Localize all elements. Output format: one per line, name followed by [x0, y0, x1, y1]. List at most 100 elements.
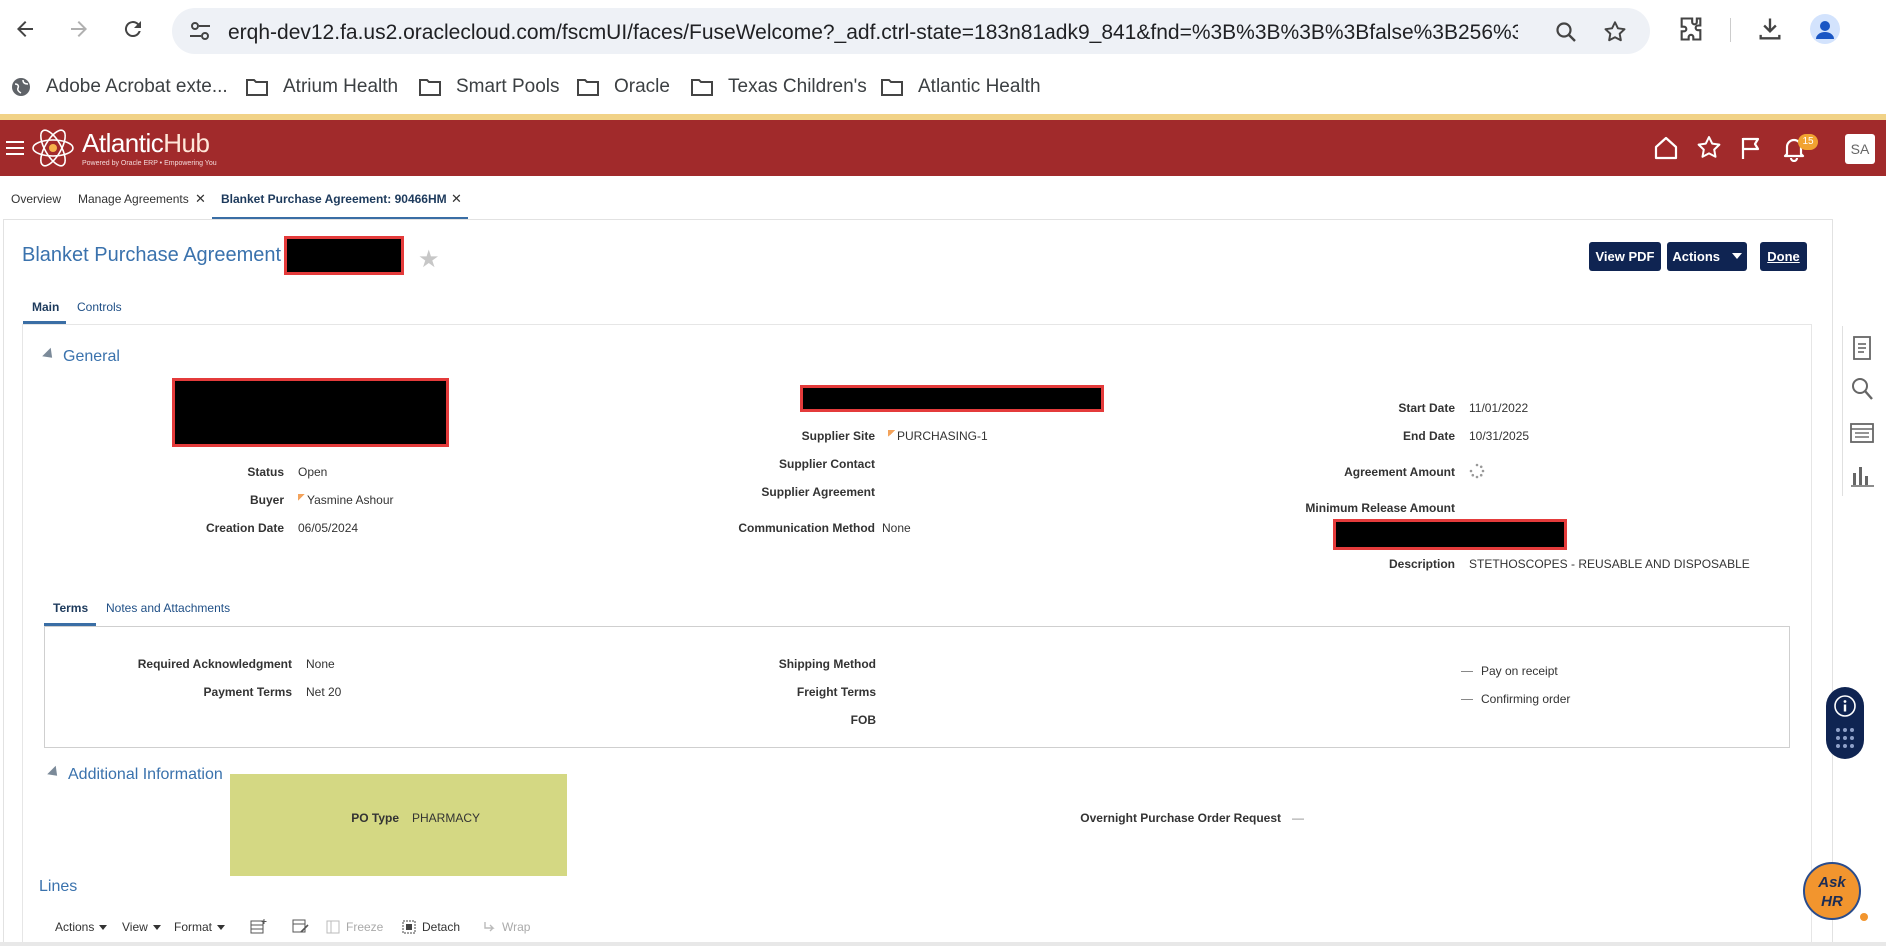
po-type-value: PHARMACY — [412, 811, 481, 825]
supplier-contact-label: Supplier Contact — [778, 457, 875, 471]
start-date-label: Start Date — [1398, 401, 1455, 415]
flag-icon[interactable] — [1737, 134, 1765, 162]
bookmark-adobe[interactable]: Adobe Acrobat exte... — [10, 74, 228, 100]
bookmark-label: Texas Children's — [728, 76, 867, 97]
payment-terms-value: Net 20 — [306, 685, 342, 699]
subtab-notes-attachments[interactable]: Notes and Attachments — [106, 601, 230, 615]
user-avatar[interactable]: SA — [1845, 134, 1875, 164]
atlantic-logo-icon — [32, 129, 74, 167]
subtab-controls[interactable]: Controls — [77, 300, 122, 314]
close-tab-manage-agreements-icon[interactable]: ✕ — [195, 191, 206, 207]
subtab-main[interactable]: Main — [32, 300, 59, 314]
collapse-triangle-icon — [47, 765, 62, 780]
folder-icon — [577, 79, 599, 96]
bookmark-oracle[interactable]: Oracle — [576, 74, 670, 100]
hamburger-menu-icon[interactable] — [6, 140, 26, 158]
forward-button[interactable] — [64, 14, 94, 44]
tab-blanket-purchase-agreement[interactable]: Blanket Purchase Agreement: 90466HM — [221, 192, 447, 206]
person-icon — [1816, 21, 1834, 39]
globe-icon — [12, 78, 30, 96]
lines-section-header: Lines — [39, 878, 78, 895]
buyer-value[interactable]: Yasmine Ashour — [298, 493, 394, 507]
home-icon[interactable] — [1652, 134, 1680, 162]
bookmarks-bar: Adobe Acrobat exte... Atrium Health Smar… — [0, 64, 1886, 108]
end-date-value: 10/31/2025 — [1469, 429, 1530, 443]
dash-icon — [1461, 699, 1473, 701]
close-tab-blanket-agreement-icon[interactable]: ✕ — [451, 191, 462, 207]
keypad-icon — [1836, 728, 1854, 748]
done-button[interactable]: Done — [1760, 242, 1807, 271]
lines-view-menu[interactable]: View — [122, 920, 161, 934]
document-icon[interactable] — [1848, 334, 1876, 362]
extensions-icon[interactable] — [1677, 15, 1705, 43]
confirming-order-check: Confirming order — [1461, 692, 1570, 706]
redacted-agreement-number — [284, 236, 404, 275]
overnight-po-request-value: — — [1292, 811, 1304, 825]
reload-icon — [124, 21, 141, 38]
additional-info-section-header[interactable]: Additional Information — [47, 765, 223, 784]
general-section-header[interactable]: General — [42, 347, 120, 366]
lines-actions-menu[interactable]: Actions — [55, 920, 108, 934]
creation-date-value: 06/05/2024 — [298, 521, 359, 535]
view-pdf-button[interactable]: View PDF — [1589, 242, 1661, 271]
favorites-star-icon[interactable] — [1695, 134, 1723, 162]
folder-icon — [246, 79, 268, 96]
browser-toolbar: erqh-dev12.fa.us2.oraclecloud.com/fscmUI… — [0, 0, 1886, 60]
bookmark-star-icon[interactable] — [1602, 19, 1628, 45]
bookmark-label: Atrium Health — [283, 76, 399, 97]
bookmark-atlantic-health[interactable]: Atlantic Health — [880, 74, 1041, 100]
ask-hr-chat-widget[interactable]: Ask HR — [1803, 862, 1861, 920]
brand-name: AtlanticHub — [82, 128, 210, 158]
bookmark-texas-childrens[interactable]: Texas Children's — [690, 74, 867, 100]
bookmark-smart-pools[interactable]: Smart Pools — [418, 74, 559, 100]
reload-button[interactable] — [118, 14, 148, 44]
actions-button[interactable]: Actions — [1667, 242, 1747, 271]
zoom-icon[interactable] — [1554, 20, 1578, 44]
redacted-field — [172, 378, 449, 447]
back-button[interactable] — [10, 14, 40, 44]
folder-icon — [691, 79, 713, 96]
minimum-release-amount-label: Minimum Release Amount — [1305, 501, 1455, 515]
edit-row-icon[interactable] — [292, 918, 310, 934]
freight-terms-label: Freight Terms — [796, 685, 876, 699]
lines-format-menu[interactable]: Format — [174, 920, 226, 934]
info-widget[interactable] — [1826, 687, 1864, 759]
analytics-chart-icon[interactable] — [1848, 461, 1876, 489]
caret-down-icon — [152, 924, 161, 930]
required-acknowledgment-label: Required Acknowledgment — [137, 657, 292, 671]
document-tabs: Overview Manage Agreements ✕ Blanket Pur… — [0, 186, 1886, 220]
supplier-site-label: Supplier Site — [801, 429, 875, 443]
lines-freeze-button[interactable]: Freeze — [326, 920, 383, 934]
lines-detach-button[interactable]: Detach — [402, 920, 460, 934]
bookmark-atrium[interactable]: Atrium Health — [245, 74, 398, 100]
download-icon[interactable] — [1756, 15, 1784, 43]
supplier-site-value[interactable]: PURCHASING-1 — [888, 429, 988, 443]
profile-button[interactable] — [1810, 14, 1840, 44]
folder-icon — [881, 79, 903, 96]
site-settings-icon — [190, 22, 210, 40]
wrap-icon — [484, 922, 495, 932]
communication-method-label: Communication Method — [738, 521, 875, 535]
arrow-left-icon — [17, 21, 33, 37]
search-icon[interactable] — [1848, 375, 1876, 403]
tab-overview[interactable]: Overview — [11, 192, 61, 206]
info-icon — [1834, 695, 1856, 717]
supplier-agreement-label: Supplier Agreement — [761, 485, 875, 499]
tab-manage-agreements[interactable]: Manage Agreements — [78, 192, 189, 206]
shipping-method-label: Shipping Method — [778, 657, 876, 671]
subtab-terms[interactable]: Terms — [53, 601, 88, 615]
url-text[interactable]: erqh-dev12.fa.us2.oraclecloud.com/fscmUI… — [228, 21, 1518, 45]
bookmark-label: Oracle — [614, 76, 670, 97]
actions-label: Actions — [1672, 249, 1721, 264]
toolbar-divider — [1730, 18, 1731, 42]
address-bar[interactable]: erqh-dev12.fa.us2.oraclecloud.com/fscmUI… — [172, 8, 1650, 54]
add-row-icon[interactable] — [250, 918, 268, 934]
list-view-icon[interactable] — [1848, 419, 1876, 447]
fob-label: FOB — [850, 713, 876, 727]
page-bottom-edge — [0, 942, 1886, 946]
redacted-supplier — [800, 385, 1104, 412]
lines-wrap-button[interactable]: Wrap — [482, 920, 530, 934]
caret-down-icon — [217, 924, 226, 930]
agreement-amount-label: Agreement Amount — [1344, 465, 1455, 479]
favorite-star-icon[interactable]: ★ — [418, 245, 440, 274]
